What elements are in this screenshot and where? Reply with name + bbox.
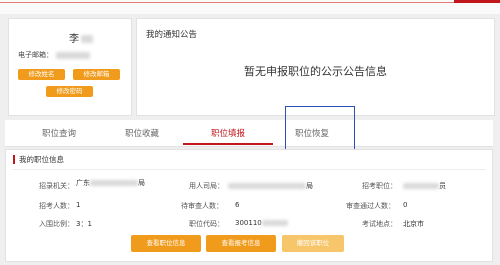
- tab-position-favorites[interactable]: 职位收藏: [97, 127, 187, 139]
- view-position-button[interactable]: 查看职位信息: [131, 235, 201, 252]
- recruiting-agency-label: 招录机关：: [39, 182, 74, 190]
- position-suffix: 员: [439, 182, 446, 190]
- notice-message: 暂无申报职位的公示公告信息: [244, 65, 387, 78]
- divider: [12, 169, 486, 170]
- position-label: 招考职位：: [362, 182, 397, 190]
- position-info-title: 我的职位信息: [13, 155, 64, 164]
- top-bar: [0, 0, 500, 14]
- email-label: 电子邮箱：: [18, 51, 53, 59]
- edit-name-button[interactable]: 修改姓名: [18, 69, 65, 80]
- pending-review-label: 待审查人数：: [181, 202, 223, 210]
- recruit-count-value: 1: [76, 201, 81, 209]
- position-info-panel: 我的职位信息 招录机关： 广东 局 用人司局： 局 招考职位： 员 招考人数： 1…: [5, 149, 493, 262]
- tab-bar: 职位查询 职位收藏 职位填报 职位恢复: [5, 120, 493, 147]
- approved-count-value: 0: [403, 201, 408, 209]
- hiring-department-value: 局: [228, 181, 313, 191]
- view-application-button[interactable]: 查看报考信息: [206, 235, 276, 252]
- profile-card: 李 电子邮箱： 修改姓名 修改邮箱 修改密码: [8, 18, 132, 116]
- position-code-value: 300110: [235, 219, 288, 227]
- pending-review-value: 6: [235, 201, 240, 209]
- position-code-label: 职位代码：: [189, 220, 224, 228]
- redacted-email: [56, 51, 90, 59]
- profile-name: 李: [69, 30, 93, 45]
- recruiting-agency-suffix: 局: [138, 179, 145, 187]
- recruiting-agency-text: 广东: [76, 179, 90, 187]
- top-accent: [454, 0, 500, 3]
- redacted-code: [261, 220, 288, 226]
- notice-title: 我的通知公告: [146, 30, 198, 40]
- redacted-position: [403, 183, 439, 189]
- ratio-value: 3：1: [76, 220, 92, 228]
- exam-location-value: 北京市: [403, 220, 424, 228]
- top-rule: [0, 2, 500, 3]
- active-tab-underline: [183, 143, 273, 145]
- notice-panel: 我的通知公告 暂无申报职位的公示公告信息: [136, 18, 495, 116]
- annotation-highlight-box: [285, 106, 355, 151]
- exam-location-label: 考试地点：: [362, 220, 397, 228]
- profile-name-text: 李: [69, 34, 79, 45]
- position-value: 员: [403, 181, 446, 191]
- recruiting-agency-value: 广东 局: [76, 178, 145, 188]
- hiring-department-label: 用人司局：: [189, 182, 224, 190]
- profile-email: 电子邮箱：: [18, 50, 90, 60]
- edit-password-button[interactable]: 修改密码: [46, 86, 93, 97]
- recruit-count-label: 招考人数：: [39, 202, 74, 210]
- redacted-agency: [90, 180, 138, 186]
- hiring-department-suffix: 局: [306, 182, 313, 190]
- tab-position-apply[interactable]: 职位填报: [183, 127, 273, 139]
- edit-email-button[interactable]: 修改邮箱: [73, 69, 120, 80]
- redacted-department: [228, 183, 306, 189]
- ratio-label: 入围比例：: [39, 220, 74, 228]
- withdraw-position-button[interactable]: 撤回该职位: [282, 235, 344, 252]
- tab-position-query[interactable]: 职位查询: [14, 127, 104, 139]
- position-code-text: 300110: [235, 219, 262, 227]
- approved-count-label: 审查通过人数：: [346, 202, 395, 210]
- redacted-name: [81, 35, 93, 43]
